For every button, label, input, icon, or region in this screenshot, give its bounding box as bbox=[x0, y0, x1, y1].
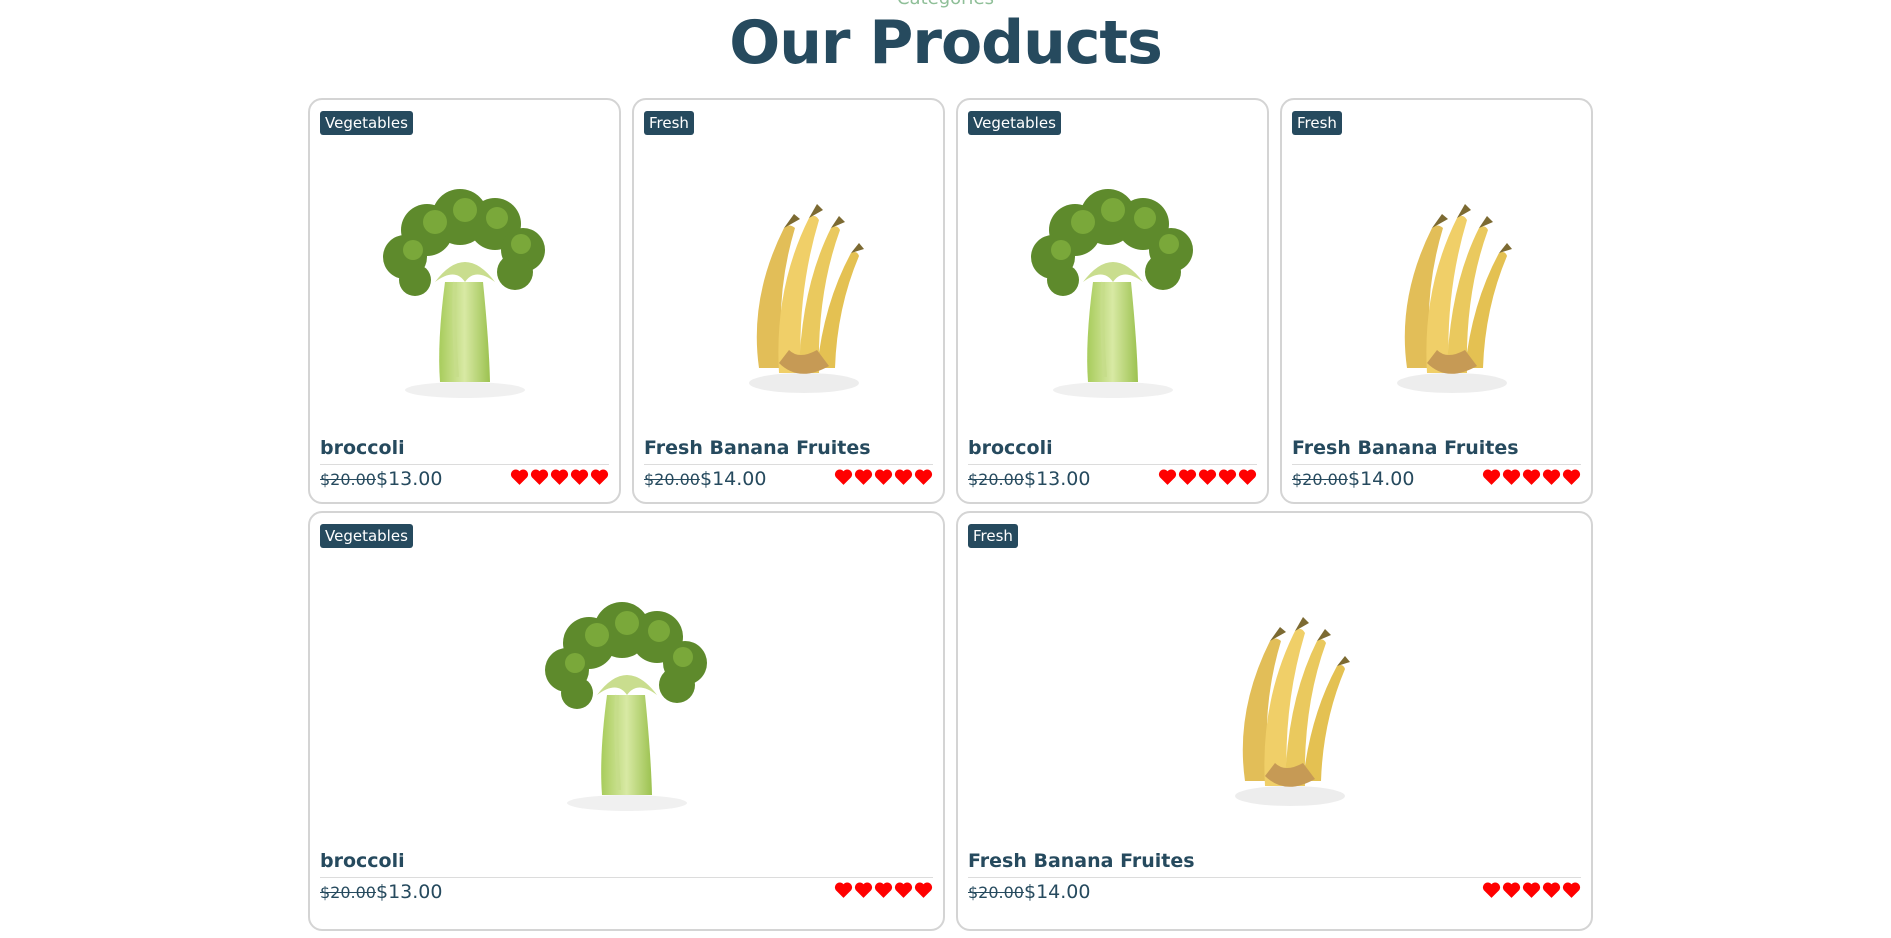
heart-icon bbox=[854, 469, 873, 485]
category-badge: Vegetables bbox=[320, 524, 413, 548]
rating-hearts bbox=[1482, 468, 1581, 486]
product-card[interactable]: Fresh Fresh Banana Fruites $20.00$14.00 bbox=[1280, 98, 1593, 504]
product-name[interactable]: Fresh Banana Fruites bbox=[1292, 436, 1581, 465]
old-price: $20.00 bbox=[968, 470, 1024, 489]
current-price: $13.00 bbox=[1023, 468, 1091, 490]
old-price: $20.00 bbox=[320, 470, 376, 489]
heart-icon bbox=[914, 882, 933, 898]
rating-hearts bbox=[510, 468, 609, 486]
price-row: $20.00$13.00 bbox=[968, 468, 1257, 492]
heart-icon bbox=[1482, 882, 1501, 898]
rating-hearts bbox=[1482, 881, 1581, 899]
product-card[interactable]: Vegetables broccoli $20.00$13.00 bbox=[308, 511, 945, 931]
banana-image bbox=[1396, 204, 1512, 393]
heart-icon bbox=[834, 882, 853, 898]
product-name[interactable]: Fresh Banana Fruites bbox=[644, 436, 933, 465]
old-price: $20.00 bbox=[644, 470, 700, 489]
heart-icon bbox=[1482, 469, 1501, 485]
old-price: $20.00 bbox=[320, 883, 376, 902]
product-name[interactable]: broccoli bbox=[968, 436, 1257, 465]
heart-icon bbox=[1178, 469, 1197, 485]
heart-icon bbox=[530, 469, 549, 485]
old-price: $20.00 bbox=[1292, 470, 1348, 489]
heart-icon bbox=[1542, 469, 1561, 485]
price-row: $20.00$14.00 bbox=[1292, 468, 1581, 492]
heart-icon bbox=[854, 882, 873, 898]
heart-icon bbox=[510, 469, 529, 485]
product-card[interactable]: Fresh Fresh Banana Fruites $20.00$14.00 bbox=[632, 98, 945, 504]
broccoli-image bbox=[382, 189, 545, 398]
category-badge: Vegetables bbox=[320, 111, 413, 135]
heart-icon bbox=[1198, 469, 1217, 485]
product-name[interactable]: broccoli bbox=[320, 849, 933, 878]
product-name[interactable]: broccoli bbox=[320, 436, 609, 465]
rating-hearts bbox=[1158, 468, 1257, 486]
product-image[interactable] bbox=[958, 581, 1591, 811]
heart-icon bbox=[570, 469, 589, 485]
current-price: $13.00 bbox=[375, 881, 443, 903]
product-image[interactable] bbox=[1282, 168, 1591, 398]
heart-icon bbox=[1502, 882, 1521, 898]
category-badge: Fresh bbox=[1292, 111, 1342, 135]
heart-icon bbox=[1562, 882, 1581, 898]
heart-icon bbox=[874, 882, 893, 898]
current-price: $14.00 bbox=[1347, 468, 1415, 490]
rating-hearts bbox=[834, 468, 933, 486]
heart-icon bbox=[1238, 469, 1257, 485]
heart-icon bbox=[894, 469, 913, 485]
price-row: $20.00$14.00 bbox=[644, 468, 933, 492]
heart-icon bbox=[1158, 469, 1177, 485]
category-badge: Vegetables bbox=[968, 111, 1061, 135]
category-badge: Fresh bbox=[644, 111, 694, 135]
banana-image bbox=[1234, 617, 1350, 806]
heart-icon bbox=[834, 469, 853, 485]
broccoli-image bbox=[1030, 189, 1193, 398]
current-price: $14.00 bbox=[1023, 881, 1091, 903]
heart-icon bbox=[1542, 882, 1561, 898]
product-grid: Vegetables broccoli $20.00$13.00 Fresh F… bbox=[308, 98, 1593, 938]
current-price: $14.00 bbox=[699, 468, 767, 490]
price-row: $20.00$13.00 bbox=[320, 881, 933, 905]
price-row: $20.00$13.00 bbox=[320, 468, 609, 492]
heart-icon bbox=[590, 469, 609, 485]
category-badge: Fresh bbox=[968, 524, 1018, 548]
heart-icon bbox=[1522, 469, 1541, 485]
product-name[interactable]: Fresh Banana Fruites bbox=[968, 849, 1581, 878]
current-price: $13.00 bbox=[375, 468, 443, 490]
heart-icon bbox=[1562, 469, 1581, 485]
heart-icon bbox=[1502, 469, 1521, 485]
rating-hearts bbox=[834, 881, 933, 899]
heart-icon bbox=[894, 882, 913, 898]
product-image[interactable] bbox=[958, 172, 1267, 402]
product-card[interactable]: Vegetables broccoli $20.00$13.00 bbox=[308, 98, 621, 504]
price-row: $20.00$14.00 bbox=[968, 881, 1581, 905]
heart-icon bbox=[914, 469, 933, 485]
broccoli-image bbox=[544, 602, 707, 811]
product-image[interactable] bbox=[310, 585, 943, 815]
product-card[interactable]: Fresh Fresh Banana Fruites $20.00$14.00 bbox=[956, 511, 1593, 931]
old-price: $20.00 bbox=[968, 883, 1024, 902]
product-image[interactable] bbox=[634, 168, 943, 398]
product-image[interactable] bbox=[310, 172, 619, 402]
heart-icon bbox=[550, 469, 569, 485]
banana-image bbox=[748, 204, 864, 393]
heart-icon bbox=[1522, 882, 1541, 898]
product-card[interactable]: Vegetables broccoli $20.00$13.00 bbox=[956, 98, 1269, 504]
page-title: Our Products bbox=[729, 8, 1163, 78]
heart-icon bbox=[874, 469, 893, 485]
heart-icon bbox=[1218, 469, 1237, 485]
